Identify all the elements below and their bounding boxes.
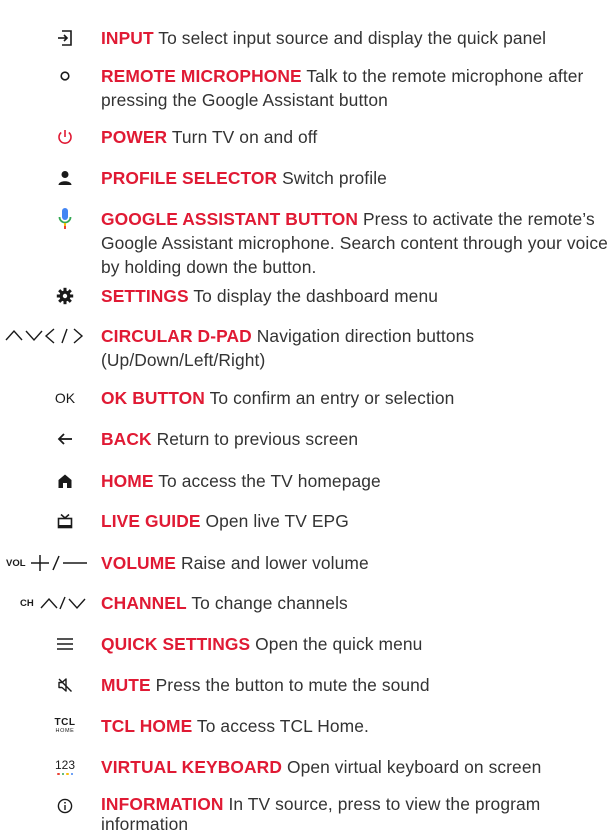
item-label: VOLUME: [101, 553, 176, 573]
item-label: TCL HOME: [101, 716, 193, 736]
item-text: VIRTUAL KEYBOARD Open virtual keyboard o…: [101, 755, 609, 779]
channel-label-icon: CH: [20, 597, 34, 609]
mute-icon: [57, 677, 73, 693]
color-dots-icon: [57, 772, 73, 776]
item-label: SETTINGS: [101, 286, 189, 306]
item-desc: Open live TV EPG: [205, 511, 349, 531]
item-label: INFORMATION: [101, 794, 224, 814]
blue-dot: [70, 772, 73, 776]
item-label: QUICK SETTINGS: [101, 634, 251, 654]
green-dot: [61, 772, 64, 776]
item-text: TCL HOME To access TCL Home.: [101, 714, 609, 738]
item-text: OK BUTTON To confirm an entry or selecti…: [101, 386, 609, 410]
item-desc: Open virtual keyboard on screen: [286, 757, 542, 777]
item-text: QUICK SETTINGS Open the quick menu: [101, 632, 609, 656]
home-icon: [57, 473, 73, 489]
microphone-dot-icon: [59, 70, 71, 82]
item-text: CHANNEL To change channels: [101, 591, 609, 615]
information-icon: [57, 798, 73, 814]
item-text: LIVE GUIDE Open live TV EPG: [101, 509, 609, 533]
item-desc: To access TCL Home.: [196, 716, 369, 736]
profile-icon: [57, 170, 73, 186]
tcl-logo-subtext: HOME: [55, 727, 75, 734]
item-desc: Switch profile: [282, 168, 387, 188]
item-text: VOLUME Raise and lower volume: [101, 551, 609, 575]
item-desc: Open the quick menu: [255, 634, 423, 654]
item-label: INPUT: [101, 28, 154, 48]
ok-icon: OK: [54, 390, 76, 406]
item-desc: To change channels: [191, 593, 348, 613]
settings-gear-icon: [56, 287, 74, 305]
item-desc: Return to previous screen: [156, 429, 359, 449]
google-assistant-icon: [57, 207, 73, 231]
dpad-arrows-icon: [4, 326, 92, 346]
item-label: LIVE GUIDE: [101, 511, 201, 531]
item-text: MUTE Press the button to mute the sound: [101, 673, 609, 697]
yellow-dot: [66, 772, 69, 776]
item-label: VIRTUAL KEYBOARD: [101, 757, 282, 777]
item-label: CHANNEL: [101, 593, 187, 613]
menu-lines-icon: [56, 636, 74, 652]
item-label: MUTE: [101, 675, 151, 695]
item-desc: Press the button to mute the sound: [155, 675, 430, 695]
item-label: HOME: [101, 471, 154, 491]
item-text: POWER Turn TV on and off: [101, 125, 609, 149]
item-label: OK BUTTON: [101, 388, 205, 408]
back-arrow-icon: [57, 431, 73, 447]
item-text: CIRCULAR D-PAD Navigation direction butt…: [101, 324, 609, 372]
tcl-home-icon: TCL HOME: [54, 716, 76, 735]
item-desc: Turn TV on and off: [171, 127, 318, 147]
virtual-keyboard-icon: 123: [55, 759, 75, 776]
item-desc: To confirm an entry or selection: [209, 388, 455, 408]
item-desc: Raise and lower volume: [180, 553, 369, 573]
item-text: INPUT To select input source and display…: [101, 26, 609, 50]
item-label: REMOTE MICROPHONE: [101, 66, 302, 86]
live-guide-icon: [57, 513, 73, 529]
item-desc: To access the TV homepage: [158, 471, 381, 491]
volume-icon: [29, 553, 89, 573]
item-desc: To display the dashboard menu: [193, 286, 438, 306]
red-dot: [57, 772, 60, 776]
item-label: POWER: [101, 127, 168, 147]
power-icon: [56, 128, 74, 146]
item-label: GOOGLE ASSISTANT BUTTON: [101, 209, 359, 229]
input-icon: [56, 29, 74, 47]
tcl-logo-text: TCL: [54, 716, 76, 728]
item-text: SETTINGS To display the dashboard menu: [101, 284, 609, 308]
item-text: INFORMATION In TV source, press to view …: [101, 794, 609, 834]
item-text: GOOGLE ASSISTANT BUTTON Press to activat…: [101, 207, 609, 279]
item-text: PROFILE SELECTOR Switch profile: [101, 166, 609, 190]
channel-icon: [39, 594, 87, 612]
keyboard-digits-text: 123: [54, 757, 76, 772]
item-text: BACK Return to previous screen: [101, 427, 609, 451]
item-desc: To select input source and display the q…: [158, 28, 547, 48]
item-label: PROFILE SELECTOR: [101, 168, 278, 188]
item-text: HOME To access the TV homepage: [101, 469, 609, 493]
volume-label-icon: VOL: [6, 557, 26, 569]
item-label: BACK: [101, 429, 152, 449]
item-label: CIRCULAR D-PAD: [101, 326, 252, 346]
item-text: REMOTE MICROPHONE Talk to the remote mic…: [101, 64, 609, 112]
